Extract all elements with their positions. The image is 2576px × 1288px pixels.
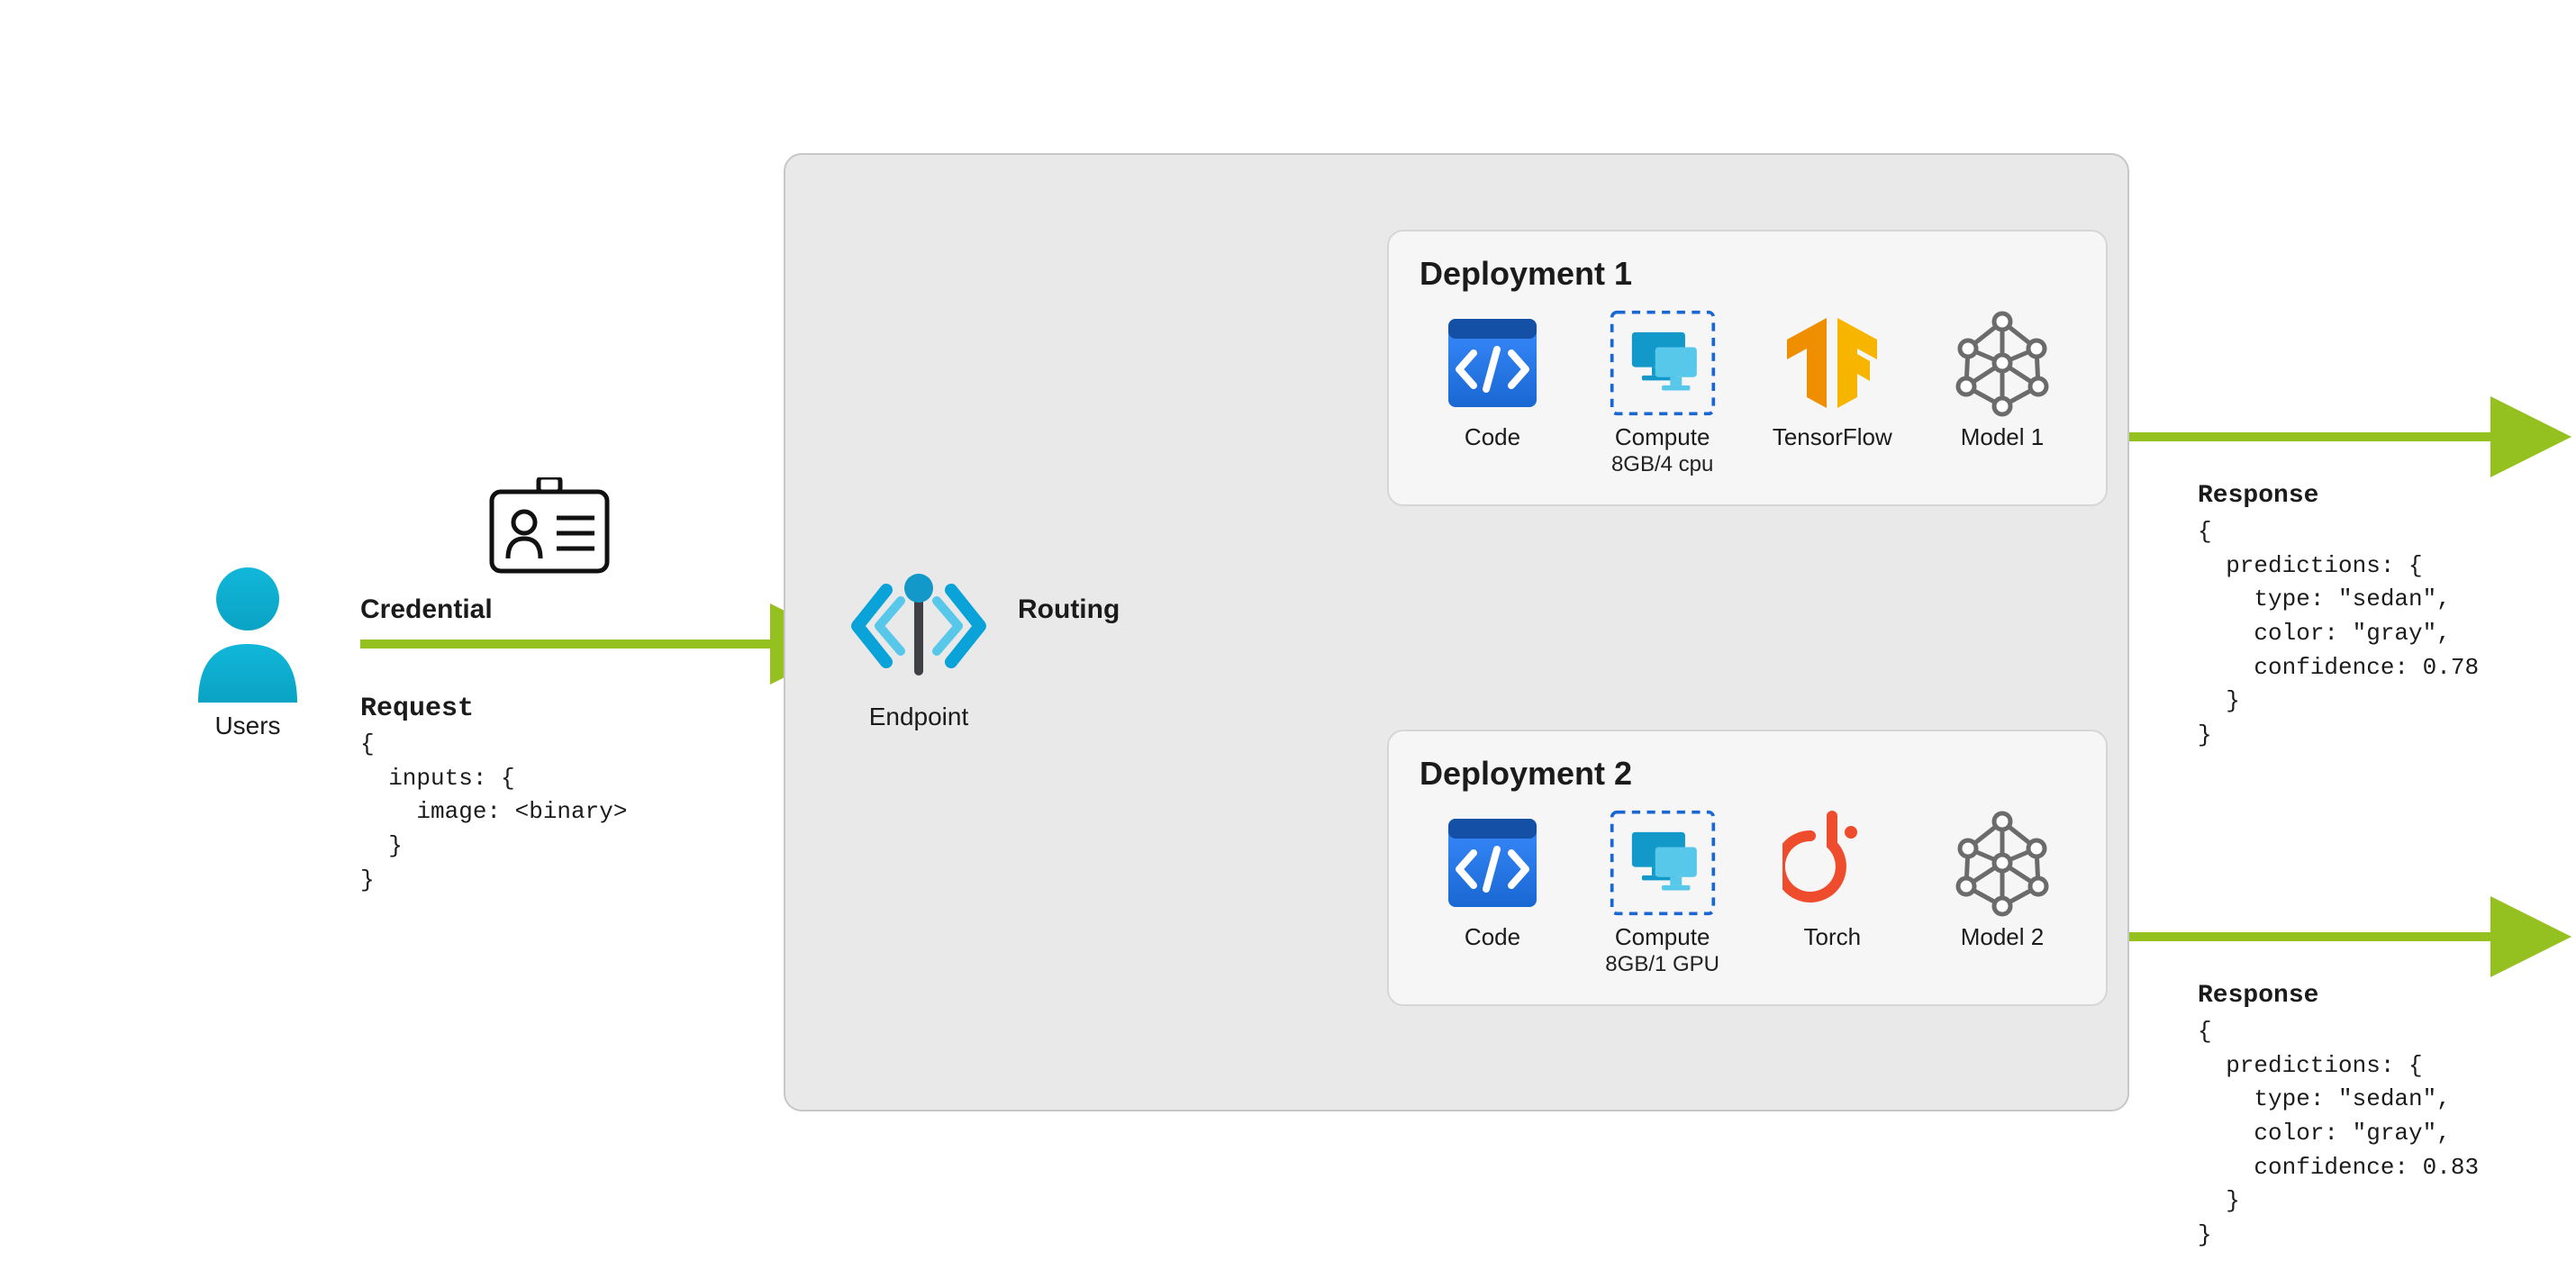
endpoint-label: Endpoint [829, 703, 1009, 731]
deployment-1: Deployment 1 Code [1387, 230, 2108, 506]
compute-spec: 8GB/1 GPU [1605, 952, 1719, 977]
code-icon [1438, 809, 1547, 917]
code-label: Code [1465, 922, 1520, 952]
model-icon [1948, 809, 2056, 917]
request-title: Request [360, 694, 474, 724]
response-1-body: { predictions: { type: "sedan", color: "… [2198, 515, 2479, 753]
users-label: Users [185, 712, 311, 740]
deployment-1-model: Model 1 [1926, 309, 2079, 452]
compute-spec: 8GB/4 cpu [1611, 452, 1713, 477]
request-body: { inputs: { image: <binary> } } [360, 728, 627, 897]
deployment-2-title: Deployment 2 [1420, 755, 2079, 793]
endpoint-icon [847, 554, 991, 703]
compute-icon [1609, 809, 1717, 917]
deployment-1-code: Code [1416, 309, 1569, 452]
compute-icon [1609, 309, 1717, 417]
deployment-2-code: Code [1416, 809, 1569, 952]
response-1: Response { predictions: { type: "sedan",… [2198, 482, 2479, 753]
credential-label: Credential [360, 594, 493, 625]
compute-label: Compute [1615, 422, 1710, 452]
response-1-title: Response [2198, 482, 2479, 510]
tensorflow-icon [1778, 309, 1886, 417]
deployment-1-compute: Compute 8GB/4 cpu [1586, 309, 1739, 477]
deployment-1-framework: TensorFlow [1755, 309, 1909, 452]
code-icon [1438, 309, 1547, 417]
response-2: Response { predictions: { type: "sedan",… [2198, 982, 2479, 1253]
framework-label: Torch [1804, 922, 1862, 952]
deployment-2-framework: Torch [1755, 809, 1909, 952]
compute-label: Compute [1615, 922, 1710, 952]
response-2-title: Response [2198, 982, 2479, 1010]
deployment-1-title: Deployment 1 [1420, 255, 2079, 293]
code-label: Code [1465, 422, 1520, 452]
response-2-body: { predictions: { type: "sedan", color: "… [2198, 1015, 2479, 1253]
user-icon [185, 558, 311, 707]
routing-label: Routing [1018, 594, 1120, 625]
deployment-2-compute: Compute 8GB/1 GPU [1586, 809, 1739, 977]
credential-icon [486, 477, 612, 581]
deployment-2: Deployment 2 Code [1387, 730, 2108, 1006]
model-label: Model 1 [1961, 422, 2045, 452]
model-label: Model 2 [1961, 922, 2045, 952]
framework-label: TensorFlow [1773, 422, 1892, 452]
model-icon [1948, 309, 2056, 417]
pytorch-icon [1778, 809, 1886, 917]
deployment-2-model: Model 2 [1926, 809, 2079, 952]
